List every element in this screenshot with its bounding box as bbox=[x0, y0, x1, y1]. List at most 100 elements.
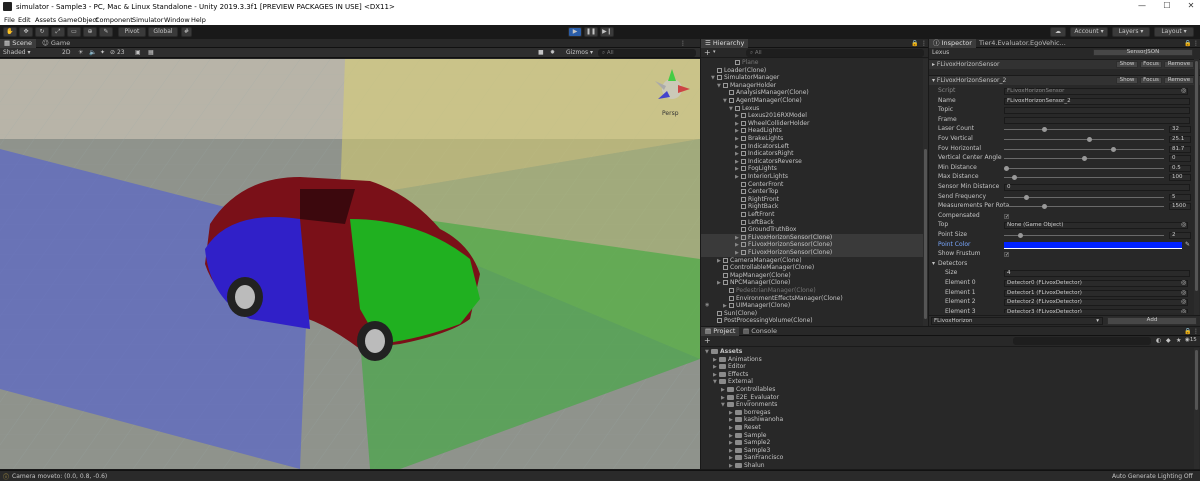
hierarchy-item[interactable]: ▶ NPCManager(Clone) bbox=[701, 279, 923, 287]
slider-track[interactable] bbox=[1004, 148, 1164, 150]
project-folder-item[interactable]: ▶ Controllables bbox=[701, 386, 775, 394]
slider-value-field[interactable]: 1500 bbox=[1169, 203, 1191, 211]
checkbox[interactable]: ✓ bbox=[1004, 252, 1009, 258]
global-toggle[interactable]: Global bbox=[148, 26, 178, 37]
object-field[interactable]: Detector2 (FLivoxDetector) bbox=[1004, 299, 1188, 307]
lock-icon[interactable]: 🔒 bbox=[911, 40, 918, 47]
hierarchy-item[interactable]: ▶ InteriorLights bbox=[701, 173, 923, 181]
lighting-status[interactable]: Auto Generate Lighting Off bbox=[1112, 473, 1193, 480]
scene-camera-icon[interactable]: ▣ bbox=[135, 49, 141, 56]
show-button[interactable]: Show bbox=[1116, 77, 1138, 84]
slider-value-field[interactable]: 32 bbox=[1169, 126, 1191, 134]
hierarchy-item[interactable]: ▶ IndicatorsRight bbox=[701, 150, 923, 158]
hierarchy-item[interactable]: MapManager(Clone) bbox=[701, 272, 923, 280]
text-field[interactable] bbox=[1004, 116, 1190, 124]
hierarchy-item[interactable]: ▶ BrakeLights bbox=[701, 135, 923, 143]
remove-button[interactable]: Remove bbox=[1164, 77, 1194, 84]
collab-cloud-icon[interactable]: ☁ bbox=[1050, 26, 1066, 37]
hierarchy-item[interactable]: Plane bbox=[701, 59, 923, 67]
text-field[interactable]: 0 bbox=[1004, 184, 1190, 191]
tab-scene[interactable]: ▦ Scene bbox=[0, 39, 37, 48]
hierarchy-item[interactable]: ControllableManager(Clone) bbox=[701, 264, 923, 272]
slider-track[interactable] bbox=[1004, 177, 1164, 179]
project-folder-item[interactable]: ▶ Editor bbox=[701, 363, 746, 371]
hierarchy-item[interactable]: ▶ Lexus2016RXModel bbox=[701, 112, 923, 120]
project-folder-item[interactable]: ▶ E2E_Evaluator bbox=[701, 394, 779, 402]
scene-search-input[interactable]: ⌕ All bbox=[598, 49, 696, 57]
menu-help[interactable]: Help bbox=[191, 16, 206, 24]
slider-knob[interactable] bbox=[1042, 204, 1047, 210]
panel-menu-icon[interactable]: ⋮ bbox=[921, 40, 927, 47]
project-scroll-thumb[interactable] bbox=[1195, 350, 1198, 410]
slider-track[interactable] bbox=[1004, 139, 1164, 140]
hierarchy-search-input[interactable]: ⌕ All bbox=[746, 49, 924, 57]
slider-value-field[interactable]: 100 bbox=[1169, 174, 1191, 182]
hierarchy-item[interactable]: Loader(Clone) bbox=[701, 67, 923, 75]
hidden-eye-icon[interactable]: ◉ bbox=[705, 302, 709, 308]
hierarchy-item[interactable]: ▶ CameraManager(Clone) bbox=[701, 257, 923, 265]
slider-value-field[interactable]: 2 bbox=[1169, 232, 1191, 239]
focus-button[interactable]: Focus bbox=[1140, 77, 1162, 84]
play-button[interactable]: ▶ bbox=[568, 26, 582, 37]
scene-viewport[interactable]: Persp bbox=[0, 59, 700, 469]
slider-knob[interactable] bbox=[1110, 146, 1116, 152]
status-message[interactable]: Camera moveto: (0.0, 0.8, -0.6) bbox=[12, 473, 107, 480]
slider-value-field[interactable]: 25.1 bbox=[1169, 136, 1191, 143]
hierarchy-item[interactable]: Sun(Clone) bbox=[701, 310, 923, 318]
object-field[interactable]: Detector1 (FLivoxDetector) bbox=[1004, 289, 1188, 297]
component-type-select[interactable]: FLivoxHorizon ▾ bbox=[931, 317, 1103, 325]
hierarchy-item[interactable]: CenterTop bbox=[701, 188, 923, 196]
hierarchy-item[interactable]: RightFront bbox=[701, 196, 923, 204]
move-tool-icon[interactable]: ✥ bbox=[19, 26, 33, 37]
panel-menu-icon[interactable]: ⋮ bbox=[1193, 328, 1199, 335]
hierarchy-item[interactable]: ▼ Lexus bbox=[701, 105, 923, 113]
slider-track[interactable] bbox=[1004, 206, 1164, 208]
menu-assets[interactable]: Assets bbox=[35, 16, 56, 24]
effects-toggle-icon[interactable]: ✦ bbox=[100, 49, 105, 56]
project-folder-item[interactable]: ▶ Reset bbox=[701, 424, 761, 432]
hierarchy-item[interactable]: ▼ SimulatorManager bbox=[701, 74, 923, 82]
create-dropdown-icon[interactable]: ▾ bbox=[713, 49, 716, 55]
layout-dropdown[interactable]: Layout ▾ bbox=[1154, 26, 1194, 37]
rect-tool-icon[interactable]: ▭ bbox=[67, 26, 81, 37]
menu-edit[interactable]: Edit bbox=[18, 16, 31, 24]
search-filter-icon[interactable]: ◐ bbox=[1156, 337, 1161, 344]
hidden-count[interactable]: ⊘ 23 bbox=[110, 49, 125, 56]
slider-value-field[interactable]: 0.5 bbox=[1169, 164, 1191, 172]
text-field[interactable]: FLivoxHorizonSensor_2 bbox=[1004, 97, 1190, 105]
project-folder-item[interactable]: ▶ Effects bbox=[701, 371, 748, 379]
slider-track[interactable] bbox=[1004, 235, 1164, 236]
menu-simulator[interactable]: Simulator bbox=[132, 16, 163, 24]
project-folder-item[interactable]: ▶ SanFrancisco bbox=[701, 454, 783, 462]
foldout-arrow-icon[interactable]: ▾ bbox=[932, 260, 935, 268]
object-field[interactable]: FLivoxHorizonSensor bbox=[1004, 88, 1188, 95]
hierarchy-item[interactable]: LeftBack bbox=[701, 219, 923, 227]
object-picker-icon[interactable]: ◎ bbox=[1181, 298, 1186, 306]
lighting-toggle-icon[interactable]: ☀ bbox=[78, 49, 83, 56]
slider-knob[interactable] bbox=[1086, 137, 1092, 142]
project-folder-item[interactable]: ▶ borregas bbox=[701, 409, 770, 417]
panel-menu-icon[interactable]: ⋮ bbox=[680, 40, 686, 47]
slider-track[interactable] bbox=[1004, 129, 1164, 131]
color-swatch[interactable] bbox=[1004, 241, 1182, 249]
hierarchy-item[interactable]: ▶ FLivoxHorizonSensor(Clone) bbox=[701, 233, 923, 242]
project-folder-item[interactable]: ▼ Environments bbox=[701, 401, 777, 409]
menu-window[interactable]: Window bbox=[164, 16, 190, 24]
hierarchy-scrollbar[interactable] bbox=[923, 59, 928, 326]
text-field[interactable] bbox=[1004, 107, 1190, 115]
object-field[interactable]: Detector0 (FLivoxDetector) bbox=[1004, 280, 1188, 287]
menu-component[interactable]: Component bbox=[95, 16, 133, 24]
rotate-tool-icon[interactable]: ↻ bbox=[35, 26, 49, 37]
lock-icon[interactable]: 🔒 bbox=[1184, 328, 1191, 335]
persp-label[interactable]: Persp bbox=[662, 110, 679, 117]
remove-button[interactable]: Remove bbox=[1164, 61, 1194, 68]
object-field[interactable]: Detector3 (FLivoxDetector) bbox=[1004, 308, 1188, 313]
favorites-icon[interactable]: ★ bbox=[1176, 337, 1181, 344]
hierarchy-item[interactable]: ▶ HeadLights bbox=[701, 127, 923, 135]
hierarchy-item[interactable]: ▶ FLivoxHorizonSensor(Clone) bbox=[701, 249, 923, 257]
project-scrollbar[interactable] bbox=[1194, 348, 1199, 469]
object-field[interactable]: None (Game Object) bbox=[1004, 222, 1188, 230]
inspector-scrollbar[interactable] bbox=[1194, 59, 1199, 315]
step-button[interactable]: ▶❙ bbox=[600, 26, 614, 37]
scale-tool-icon[interactable]: ⤢ bbox=[51, 26, 65, 37]
